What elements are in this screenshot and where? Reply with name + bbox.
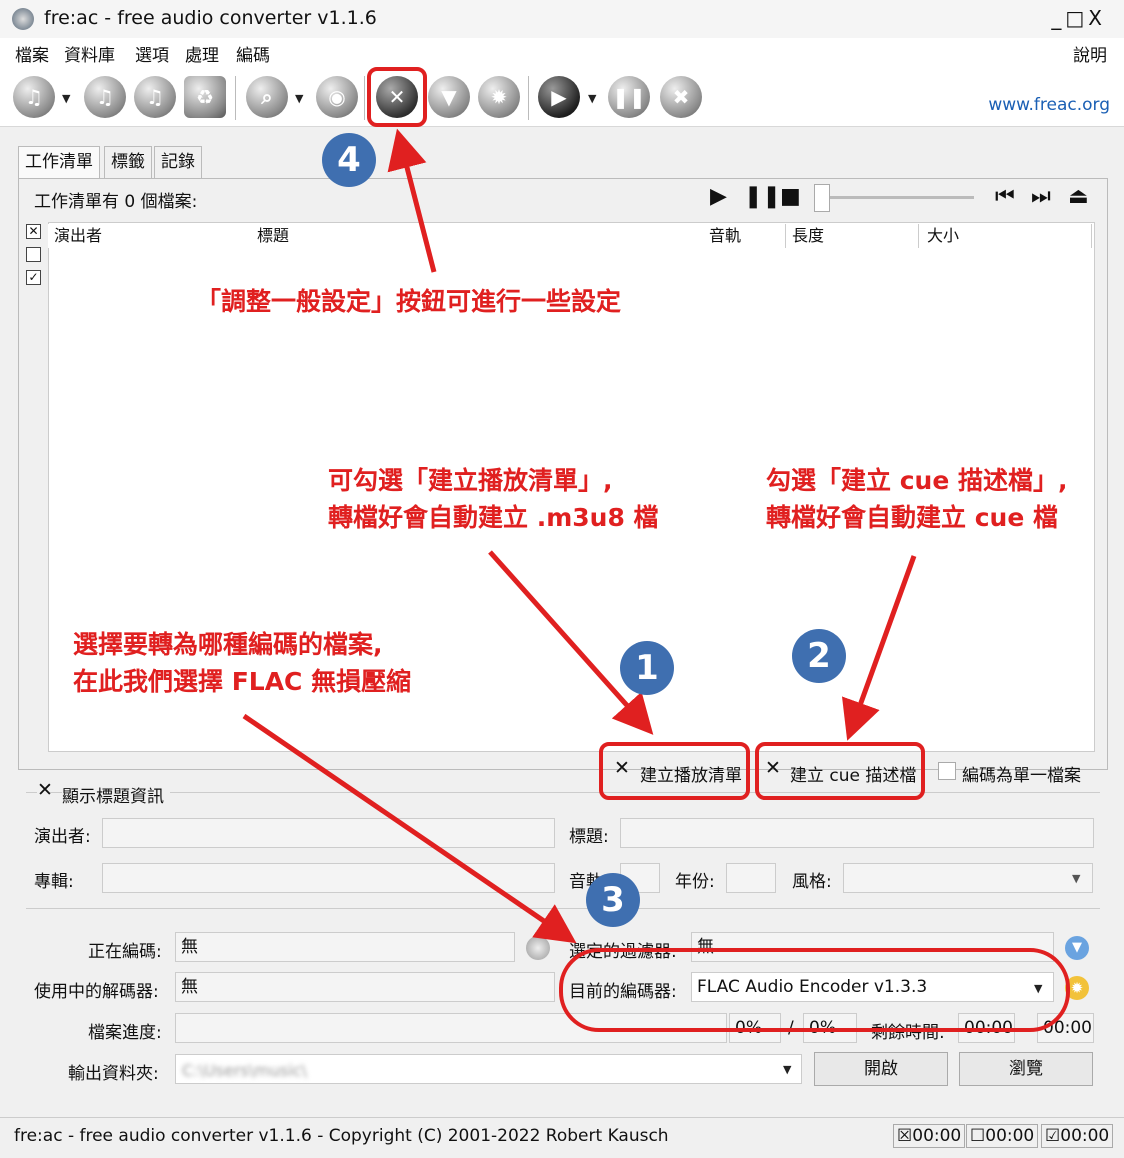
annotation-cue-2: 轉檔好會自動建立 cue 檔: [766, 503, 1058, 532]
annotation-playlist-2: 轉檔好會自動建立 .m3u8 檔: [328, 503, 659, 532]
annotation-cue-1: 勾選「建立 cue 描述檔」,: [766, 466, 1068, 495]
annotation-settings: 「調整一般設定」按鈕可進行一些設定: [196, 287, 622, 316]
arrow-to-cue: [841, 555, 917, 741]
arrow-to-settings: [387, 128, 437, 273]
badge-3: 3: [586, 873, 640, 927]
badge-1: 1: [620, 641, 674, 695]
badge-2: 2: [792, 629, 846, 683]
arrow-to-encoder: [242, 713, 577, 944]
annotation-playlist-1: 可勾選「建立播放清單」,: [328, 466, 613, 495]
arrow-to-playlist: [488, 550, 654, 735]
annotation-encoder-1: 選擇要轉為哪種編碼的檔案,: [73, 630, 383, 659]
annotation-encoder-2: 在此我們選擇 FLAC 無損壓縮: [73, 667, 412, 696]
badge-4: 4: [322, 133, 376, 187]
annotation-arrows: [242, 128, 917, 944]
